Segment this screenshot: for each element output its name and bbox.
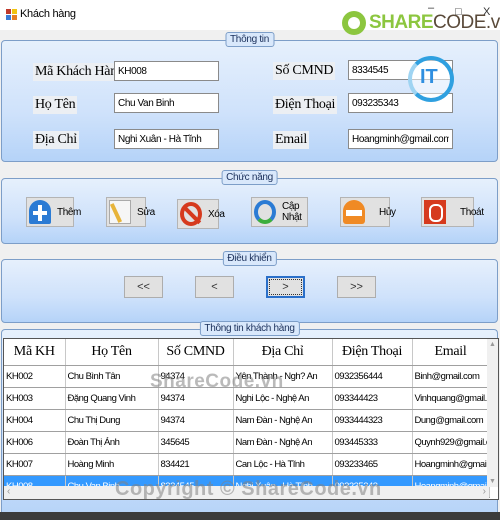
cell-id-card[interactable]: 834421: [158, 453, 234, 476]
cancel-icon: [343, 200, 365, 224]
table-row[interactable]: KH007 Hoàng Minh 834421 Can Lộc - Hà Tĩn…: [4, 453, 490, 476]
column-header-phone[interactable]: Điện Thoại: [332, 339, 413, 366]
cell-customer-id[interactable]: KH007: [4, 453, 66, 476]
cell-id-card[interactable]: 94374: [158, 387, 234, 410]
next-record-button[interactable]: >: [266, 276, 305, 298]
column-header-email[interactable]: Email: [412, 339, 490, 366]
function-group-legend: Chức năng: [221, 170, 278, 185]
update-button[interactable]: Cập Nhật: [251, 197, 308, 227]
previous-record-button[interactable]: <: [195, 276, 234, 298]
delete-button[interactable]: Xóa: [177, 199, 225, 229]
full-name-label: Họ Tên: [33, 96, 78, 114]
update-icon: [254, 200, 276, 224]
scroll-up-icon[interactable]: ▲: [489, 341, 496, 348]
cancel-button[interactable]: Hủy: [340, 197, 396, 227]
address-input[interactable]: [114, 129, 219, 149]
cell-full-name[interactable]: Đặng Quang Vinh: [65, 387, 159, 410]
table-row[interactable]: KH003 Đặng Quang Vinh 94374 Nghi Lộc - N…: [4, 387, 490, 410]
customer-id-label: Mã Khách Hàng: [33, 63, 126, 81]
delete-icon: [180, 202, 202, 226]
cell-email[interactable]: Binh@gmail.com: [412, 365, 490, 388]
cell-full-name[interactable]: Chu Thị Dung: [65, 409, 159, 432]
cancel-button-label: Hủy: [379, 206, 396, 218]
it-watermark-icon: IT: [408, 56, 454, 102]
window-title: Khách hàng: [20, 8, 76, 20]
cell-phone[interactable]: 093344423: [332, 387, 413, 410]
cell-address[interactable]: Yên Thành - Ngh? An: [233, 365, 333, 388]
cell-phone[interactable]: 0932356444: [332, 365, 413, 388]
scroll-left-icon[interactable]: ‹: [7, 486, 10, 497]
background-strip: [0, 512, 500, 520]
id-card-label: Số CMND: [273, 62, 336, 80]
scroll-right-icon[interactable]: ›: [483, 486, 486, 497]
cell-email[interactable]: Dung@gmail.com: [412, 409, 490, 432]
table-row[interactable]: KH002 Chu Bình Tân 94374 Yên Thành - Ngh…: [4, 365, 490, 388]
cell-id-card[interactable]: 345645: [158, 431, 234, 454]
cell-full-name[interactable]: Đoàn Thị Ánh: [65, 431, 159, 454]
customer-grid[interactable]: Mã KH Họ Tên Số CMND Địa Chỉ Điện Thoại …: [3, 338, 499, 500]
cell-customer-id[interactable]: KH002: [4, 365, 66, 388]
cell-full-name[interactable]: Hoàng Minh: [65, 453, 159, 476]
column-header-id-card[interactable]: Số CMND: [158, 339, 234, 366]
cell-customer-id[interactable]: KH006: [4, 431, 66, 454]
customer-id-input[interactable]: [114, 61, 219, 81]
cell-email[interactable]: Hoangminh@gmail.com: [412, 453, 490, 476]
customer-list-legend: Thông tin khách hàng: [199, 321, 300, 336]
cell-phone[interactable]: 0933444323: [332, 409, 413, 432]
last-record-button[interactable]: >>: [337, 276, 376, 298]
add-icon: [29, 200, 51, 224]
customer-table: Mã KH Họ Tên Số CMND Địa Chỉ Điện Thoại …: [4, 339, 490, 498]
cell-customer-id[interactable]: KH003: [4, 387, 66, 410]
cell-full-name[interactable]: Chu Bình Tân: [65, 365, 159, 388]
cell-address[interactable]: Nghi Lộc - Nghệ An: [233, 387, 333, 410]
column-header-full-name[interactable]: Họ Tên: [65, 339, 159, 366]
full-name-input[interactable]: [114, 93, 219, 113]
cell-address[interactable]: Nam Đàn - Nghệ An: [233, 431, 333, 454]
scroll-down-icon[interactable]: ▼: [489, 478, 496, 485]
column-header-customer-id[interactable]: Mã KH: [4, 339, 66, 366]
phone-label: Điện Thoại: [273, 96, 338, 114]
cell-customer-id[interactable]: KH004: [4, 409, 66, 432]
table-row[interactable]: KH006 Đoàn Thị Ánh 345645 Nam Đàn - Nghệ…: [4, 431, 490, 454]
edit-icon: [109, 200, 131, 224]
cell-address[interactable]: Nam Đàn - Nghệ An: [233, 409, 333, 432]
add-button[interactable]: Thêm: [26, 197, 81, 227]
exit-button[interactable]: Thoát: [421, 197, 484, 227]
cell-phone[interactable]: 093233465: [332, 453, 413, 476]
table-row[interactable]: KH004 Chu Thị Dung 94374 Nam Đàn - Nghệ …: [4, 409, 490, 432]
cell-email[interactable]: Quynh929@gmail.com: [412, 431, 490, 454]
address-label: Địa Chỉ: [33, 131, 79, 149]
horizontal-scrollbar[interactable]: ‹ ›: [4, 486, 489, 499]
column-header-address[interactable]: Địa Chỉ: [233, 339, 333, 366]
navigation-group-legend: Điều khiển: [222, 251, 277, 266]
exit-icon: [424, 200, 446, 224]
exit-button-label: Thoát: [460, 206, 484, 218]
navigation-groupbox: Điều khiển: [1, 251, 498, 323]
update-button-label: Cập Nhật: [282, 201, 302, 223]
sharecode-logo-icon: [342, 11, 366, 35]
vertical-scrollbar[interactable]: ▲ ▼: [487, 339, 498, 487]
cell-phone[interactable]: 093445333: [332, 431, 413, 454]
edit-button-label: Sửa: [137, 206, 155, 218]
cell-address[interactable]: Can Lộc - Hà Tĩnh: [233, 453, 333, 476]
cell-email[interactable]: Vinhquang@gmail.com: [412, 387, 490, 410]
table-header-row: Mã KH Họ Tên Số CMND Địa Chỉ Điện Thoại …: [4, 339, 490, 366]
email-input[interactable]: [348, 129, 453, 149]
cell-id-card[interactable]: 94374: [158, 365, 234, 388]
info-group-legend: Thông tin: [225, 32, 274, 47]
edit-button[interactable]: Sửa: [106, 197, 155, 227]
email-label: Email: [273, 131, 309, 149]
sharecode-logo: SHARECODE.vn: [342, 10, 500, 36]
delete-button-label: Xóa: [208, 208, 225, 220]
add-button-label: Thêm: [57, 206, 81, 218]
first-record-button[interactable]: <<: [124, 276, 163, 298]
app-icon: [6, 9, 17, 20]
cell-id-card[interactable]: 94374: [158, 409, 234, 432]
